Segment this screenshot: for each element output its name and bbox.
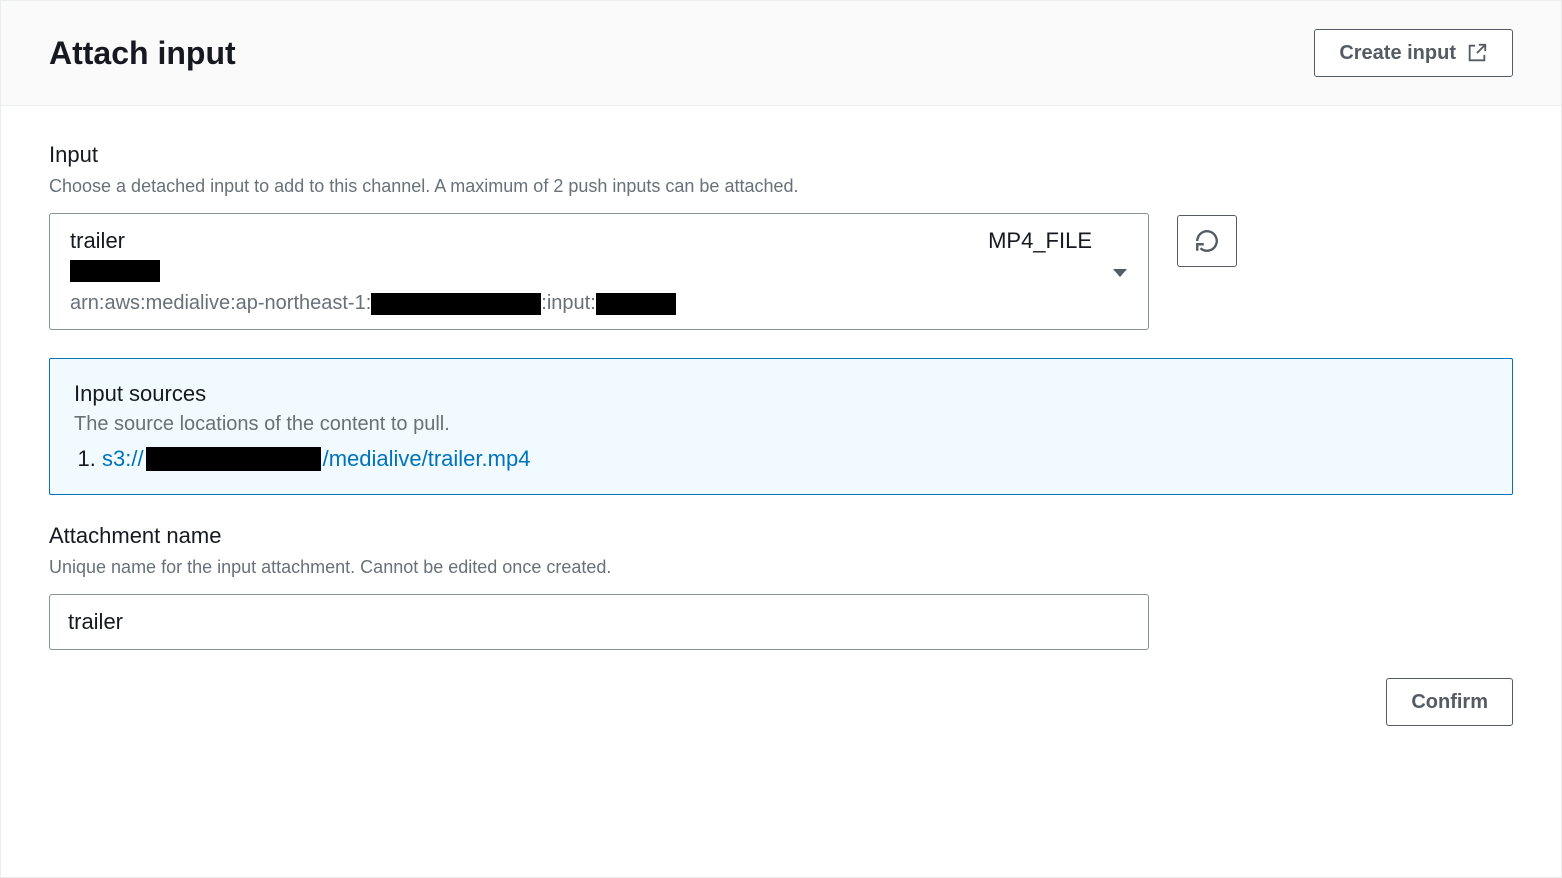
input-section: Input Choose a detached input to add to … [49, 142, 1513, 330]
input-select[interactable]: trailer MP4_FILE arn:aws:medialive:ap-no… [49, 213, 1149, 330]
chevron-down-icon [1112, 266, 1128, 282]
confirm-button[interactable]: Confirm [1386, 678, 1513, 726]
source-item: s3:// /medialive/trailer.mp4 [102, 446, 1488, 472]
input-help: Choose a detached input to add to this c… [49, 174, 1513, 199]
attachment-name-input[interactable] [49, 594, 1149, 650]
input-select-name: trailer [70, 228, 125, 254]
arn-prefix: arn:aws:medialive:ap-northeast-1: [70, 292, 371, 315]
redacted-block [70, 260, 160, 282]
create-input-label: Create input [1339, 40, 1456, 66]
input-arn: arn:aws:medialive:ap-northeast-1: :input: [70, 292, 1128, 315]
redacted-block [596, 293, 676, 315]
external-link-icon [1466, 42, 1488, 64]
input-sources-box: Input sources The source locations of th… [49, 358, 1513, 495]
input-label: Input [49, 142, 1513, 168]
attachment-section: Attachment name Unique name for the inpu… [49, 523, 1513, 678]
confirm-label: Confirm [1411, 689, 1488, 715]
refresh-icon [1194, 228, 1220, 254]
page-title: Attach input [49, 35, 236, 72]
input-sources-help: The source locations of the content to p… [74, 413, 1488, 436]
redacted-block [146, 447, 321, 471]
redacted-block [371, 293, 541, 315]
arn-mid: :input: [541, 292, 595, 315]
source-link[interactable]: s3:// /medialive/trailer.mp4 [102, 446, 530, 472]
attachment-label: Attachment name [49, 523, 1513, 549]
refresh-button[interactable] [1177, 215, 1237, 267]
input-select-type: MP4_FILE [988, 228, 1092, 254]
source-suffix: /medialive/trailer.mp4 [323, 446, 531, 472]
attachment-help: Unique name for the input attachment. Ca… [49, 555, 1513, 580]
create-input-button[interactable]: Create input [1314, 29, 1513, 77]
input-sources-title: Input sources [74, 381, 1488, 407]
page-header: Attach input Create input [1, 1, 1561, 106]
source-prefix: s3:// [102, 446, 144, 472]
